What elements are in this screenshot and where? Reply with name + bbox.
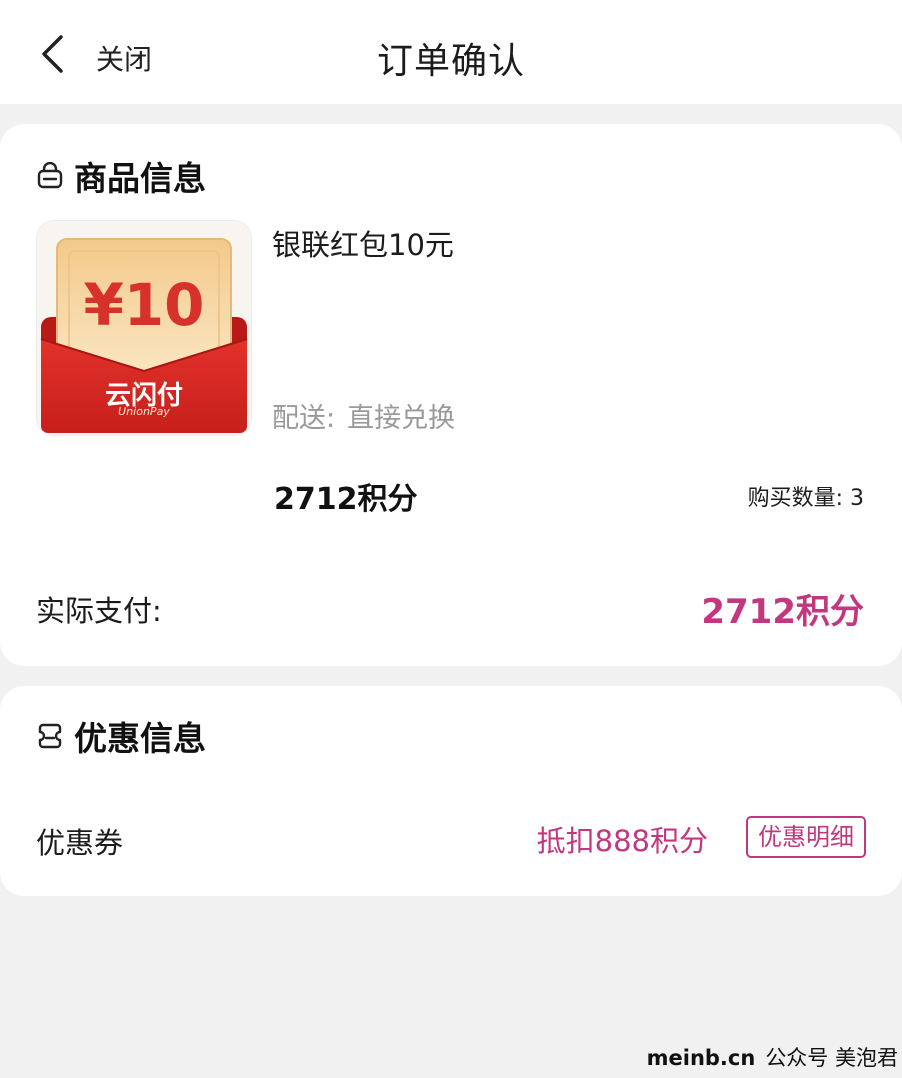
purchase-quantity: 购买数量: 3 [747, 486, 864, 511]
delivery-value: 直接兑换 [347, 403, 456, 434]
product-image[interactable]: ¥10 云闪付 UnionPay [36, 220, 252, 436]
coupon-icon [38, 723, 62, 749]
bag-icon [37, 162, 63, 189]
coupon-detail-button[interactable]: 优惠明细 [746, 816, 866, 858]
discount-info-card: 优惠信息 优惠券 抵扣888积分 优惠明细 [0, 686, 902, 896]
actual-pay-label: 实际支付: [36, 594, 162, 628]
watermark-site: meinb.cn [646, 1046, 756, 1070]
image-amount-text: ¥10 [83, 271, 205, 339]
watermark: meinb.cn 公众号 美泡君 [647, 1042, 898, 1072]
top-bar: 关闭 订单确认 [0, 0, 902, 104]
watermark-account: 公众号 美泡君 [765, 1046, 898, 1070]
actual-pay-value: 2712积分 [701, 592, 864, 632]
product-section-title: 商品信息 [74, 159, 206, 198]
delivery-label: 配送: [272, 403, 336, 434]
product-price: 2712积分 [274, 482, 418, 517]
image-brand-en: UnionPay [118, 405, 170, 418]
product-name[interactable]: 银联红包10元 [272, 222, 454, 264]
delivery-info: 配送: 直接兑换 [272, 396, 455, 435]
discount-section-header: 优惠信息 [36, 712, 206, 760]
coupon-deduction[interactable]: 抵扣888积分 [537, 818, 708, 860]
product-info-card: 商品信息 ¥10 云闪付 UnionPay 银联红包10元 配送: 直接兑换 2… [0, 124, 902, 666]
discount-section-title: 优惠信息 [74, 719, 206, 758]
page-title: 订单确认 [376, 41, 525, 82]
product-section-header: 商品信息 [36, 152, 206, 200]
coupon-label: 优惠券 [36, 826, 124, 860]
